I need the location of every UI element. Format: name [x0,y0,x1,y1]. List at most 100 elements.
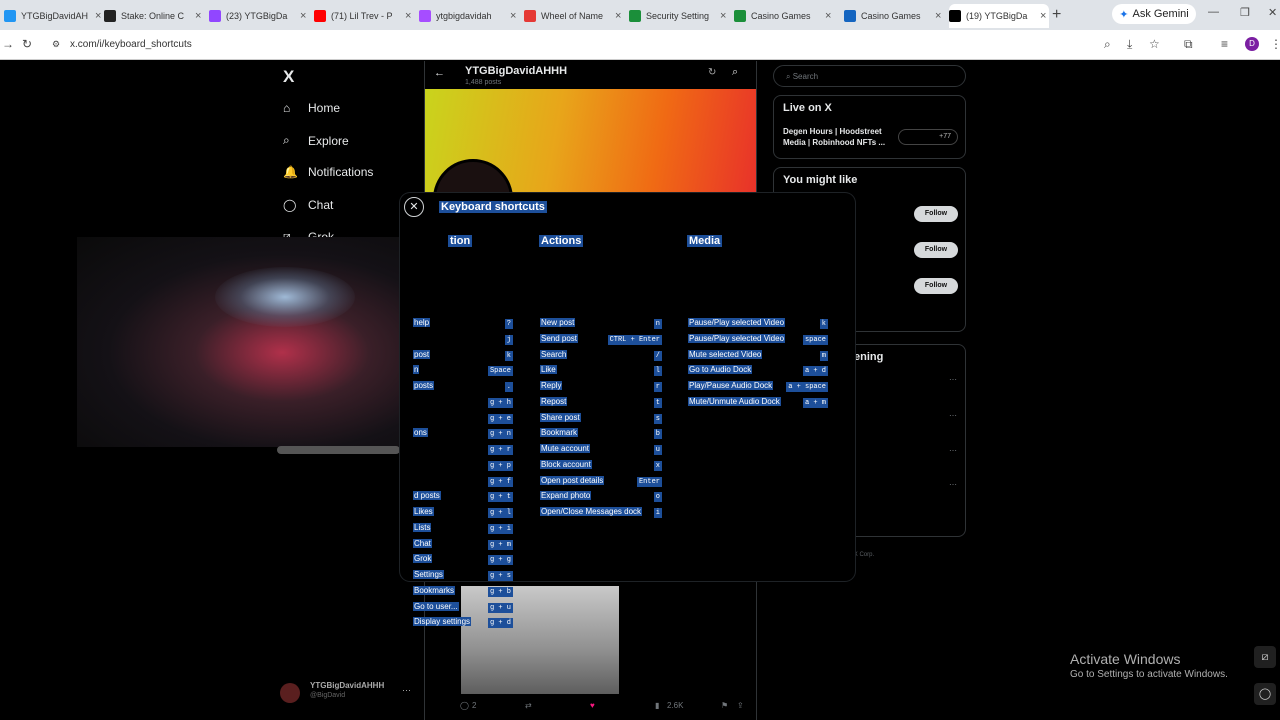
shortcut-key: g + m [487,539,513,550]
x-logo[interactable]: X [283,67,294,87]
follow-button[interactable]: Follow [914,206,958,222]
sidebar-item-explore[interactable]: ⌕ Explore [283,133,349,148]
tab-close-icon[interactable]: × [825,10,831,22]
shortcut-row: Reply r [540,381,662,395]
reading-list-icon[interactable]: ≡ [1221,37,1228,51]
tab-close-icon[interactable]: × [720,10,726,22]
browser-tab[interactable]: (71) Lil Trev - P × [314,4,414,28]
shortcut-key: g + s [487,571,513,581]
browser-tab[interactable]: Security Setting × [629,4,729,28]
shortcut-key: m [819,350,828,361]
live-space-title[interactable]: Degen Hours | Hoodstreet Media | Robinho… [783,126,888,148]
browser-tab[interactable]: Casino Games × [844,4,944,28]
shortcut-label: Likes [413,507,434,516]
browser-tab[interactable]: YTGBigDavidAH × [4,4,104,28]
close-window-icon[interactable]: ✕ [1268,6,1277,19]
shortcut-row: g + r [413,444,513,458]
browser-tab[interactable]: ytgbigdavidah × [419,4,519,28]
url-field[interactable]: x.com/i/keyboard_shortcuts [70,39,192,50]
close-icon[interactable]: ✕ [404,197,424,217]
refresh-icon[interactable]: ↻ [708,67,716,78]
back-arrow-icon[interactable]: ← [434,67,445,79]
shortcut-label: Send post [540,333,579,343]
share-icon[interactable]: ⇪ [737,701,744,710]
like-icon[interactable]: ♥ [590,701,595,710]
messages-icon[interactable]: ◯ [1254,683,1276,705]
tab-close-icon[interactable]: × [95,10,101,22]
search-icon: ⌕ [786,72,793,81]
browser-tab-strip: YTGBigDavidAH × Stake: Online C × (23) YTGBi… [0,0,1280,30]
install-app-icon[interactable]: ⤓ [1127,37,1132,52]
shortcut-key: g + h [487,397,513,408]
more-icon[interactable]: ⋯ [402,685,411,696]
restore-icon[interactable]: ❐ [1240,6,1250,19]
tab-close-icon[interactable]: × [935,10,941,22]
bell-icon: 🔔 [283,165,298,179]
search-input[interactable]: ⌕ Search [773,65,966,87]
shortcut-key: a + d [802,366,828,377]
sidebar-item-home[interactable]: ⌂ Home [283,101,340,115]
live-listeners-badge[interactable]: +77 [898,129,958,145]
zoom-icon[interactable]: ⌕ [1104,37,1111,52]
account-switcher[interactable]: YTGBigDavidAHHH @BigDavid ⋯ [280,681,415,703]
shortcut-key: r [653,382,662,392]
extensions-icon[interactable]: ⧉ [1184,37,1193,52]
address-bar-row: → ↻ ⚙ x.com/i/keyboard_shortcuts ⌕ ⤓ ☆ ⧉… [0,30,1280,60]
follow-button[interactable]: Follow [914,242,958,258]
tab-close-icon[interactable]: × [195,10,201,22]
reply-icon[interactable]: ◯ [460,701,469,710]
shortcut-label: Mute selected Video [688,349,763,359]
search-icon[interactable]: ⌕ [732,66,738,79]
new-tab-button[interactable]: + [1052,6,1061,24]
shortcut-key: / [653,350,662,361]
profile-avatar[interactable]: D [1245,37,1259,51]
shortcut-label: Mute account [540,444,591,453]
tab-close-icon[interactable]: × [1040,10,1046,22]
tab-close-icon[interactable]: × [510,10,516,22]
shortcut-row: g + h [413,397,513,411]
tab-close-icon[interactable]: × [615,10,621,22]
site-info-icon[interactable]: ⚙ [52,39,60,50]
shortcut-label: d posts [413,491,441,501]
forward-icon[interactable]: → [2,37,14,51]
shortcut-key: t [653,397,662,408]
shortcut-key: u [653,445,662,455]
more-icon[interactable]: ⋯ [949,411,957,420]
shortcut-label: n [413,365,420,375]
follow-button[interactable]: Follow [914,278,958,294]
shortcut-label: Reply [540,381,563,390]
browser-tab[interactable]: Casino Games × [734,4,834,28]
tab-favicon-icon [419,10,431,22]
shortcut-row: Chat g + m [413,538,513,553]
shortcut-key: g + u [487,602,513,613]
views-icon[interactable]: ▮ [655,701,659,710]
minimize-icon[interactable]: — [1208,6,1219,18]
sidebar-item-chat[interactable]: ◯ Chat [283,198,333,212]
sidebar-item-notifications[interactable]: 🔔 Notifications [283,165,373,179]
shortcut-key: Space [487,366,513,377]
tab-title: Casino Games [861,11,921,21]
shortcut-label: Grok [413,554,433,564]
browser-tab[interactable]: Stake: Online C × [104,4,204,28]
grok-icon[interactable]: ⧄ [1254,646,1276,668]
tab-favicon-icon [524,10,536,22]
reload-icon[interactable]: ↻ [22,37,32,51]
repost-icon[interactable]: ⇄ [525,701,532,710]
browser-tab[interactable]: (19) YTGBigDa × [949,4,1049,28]
bookmark-star-icon[interactable]: ☆ [1149,37,1160,51]
tab-close-icon[interactable]: × [405,10,411,22]
ask-gemini-button[interactable]: ✦ Ask Gemini [1112,4,1196,24]
shortcut-label: Expand photo [540,491,592,501]
browser-tab[interactable]: (23) YTGBigDa × [209,4,309,28]
shortcut-key: a + m [802,397,828,408]
more-icon[interactable]: ⋯ [949,446,957,455]
shortcut-label: Play/Pause Audio Dock [688,381,774,390]
browser-tab[interactable]: Wheel of Name × [524,4,624,28]
profile-header: ← YTGBigDavidAHHH 1,488 posts ↻ ⌕ [425,61,756,89]
bookmark-icon[interactable]: ⚑ [721,701,728,710]
video-progress-bar[interactable] [277,446,400,454]
menu-icon[interactable]: ⋮ [1270,37,1280,51]
tab-close-icon[interactable]: × [300,10,306,22]
more-icon[interactable]: ⋯ [949,480,957,489]
more-icon[interactable]: ⋯ [949,375,957,384]
